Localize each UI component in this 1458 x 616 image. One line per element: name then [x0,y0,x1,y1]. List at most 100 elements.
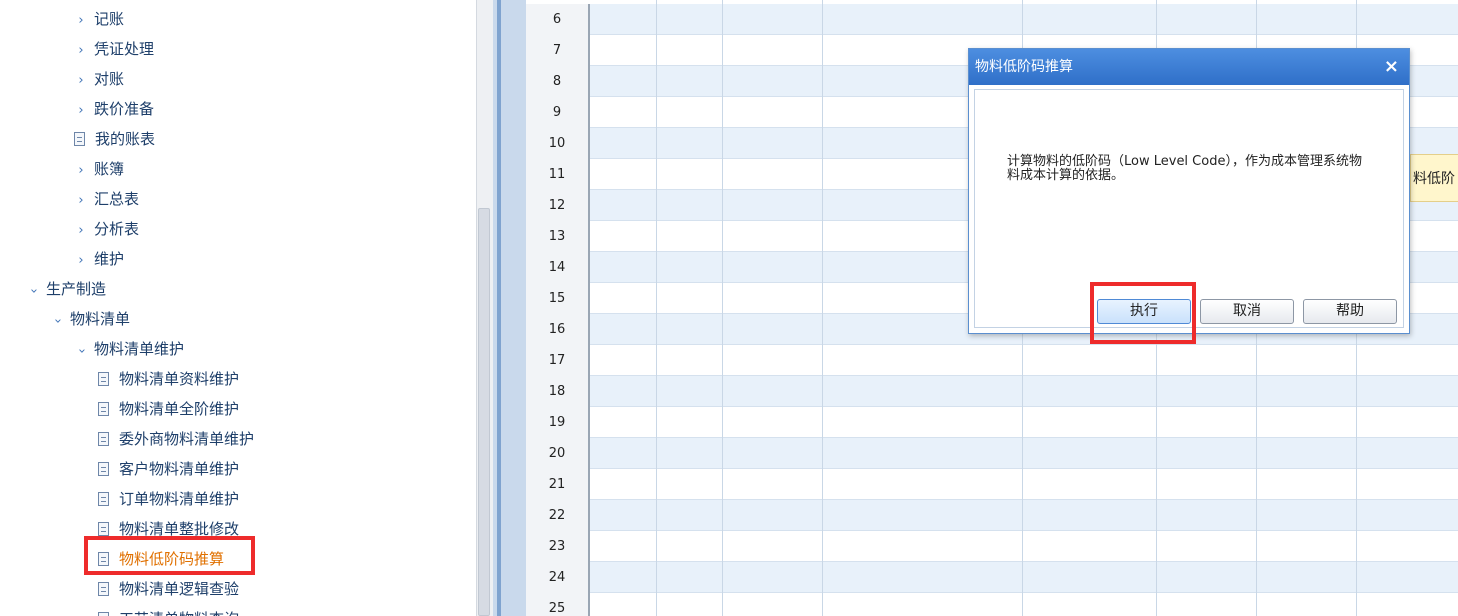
chevron-right-icon[interactable]: › [74,158,88,184]
close-icon[interactable]: × [1384,49,1399,85]
chevron-right-icon[interactable]: › [74,98,88,124]
tree-item-label: 凭证处理 [94,40,155,58]
tree-item[interactable]: 物料低阶码推算 [98,546,224,572]
cancel-button[interactable]: 取消 [1200,299,1294,324]
table-row[interactable]: 23 [526,531,1458,562]
tree-item[interactable]: › 跌价准备 [74,96,154,122]
column-divider [722,0,723,616]
tree-scrollbar-thumb[interactable] [478,208,490,616]
tree-item[interactable]: 客户物料清单维护 [98,456,239,482]
row-cells[interactable] [590,4,1458,34]
chevron-right-icon[interactable]: › [74,68,88,94]
tree-item-label: 分析表 [94,220,140,238]
row-cells[interactable] [590,345,1458,375]
execute-button[interactable]: 执行 [1097,299,1191,324]
document-icon [98,582,109,596]
tree-item-label: 订单物料清单维护 [119,490,240,508]
table-row[interactable]: 19 [526,407,1458,438]
row-number: 12 [526,190,590,221]
tree-item-label: 委外商物料清单维护 [119,430,255,448]
document-icon [98,552,109,566]
panel-splitter-line [497,0,501,616]
row-number: 13 [526,221,590,252]
tree-item-label: 维护 [94,250,125,268]
tree-item[interactable]: › 物料清单 [50,306,130,332]
tree-item[interactable]: › 分析表 [74,216,139,242]
tree-item-label: 物料清单维护 [94,340,185,358]
table-row[interactable]: 22 [526,500,1458,531]
tree-item-label: 物料清单整批修改 [119,520,240,538]
tree-item[interactable]: 工艺清单物料查询 [98,606,239,616]
document-icon [98,492,109,506]
tree-item[interactable]: 物料清单逻辑查验 [98,576,239,602]
table-row[interactable]: 18 [526,376,1458,407]
row-cells[interactable] [590,376,1458,406]
tree-item-label: 物料清单全阶维护 [119,400,240,418]
row-cells[interactable] [590,469,1458,499]
table-row[interactable]: 24 [526,562,1458,593]
row-number: 15 [526,283,590,314]
tree-item[interactable]: 我的账表 [74,126,155,152]
row-number: 8 [526,66,590,97]
row-cells[interactable] [590,593,1458,616]
chevron-down-icon[interactable]: › [20,284,46,298]
tree-item[interactable]: › 账簿 [74,156,124,182]
tree-item[interactable]: › 汇总表 [74,186,139,212]
row-number: 18 [526,376,590,407]
row-number: 14 [526,252,590,283]
row-number: 17 [526,345,590,376]
tree-item-label: 物料清单逻辑查验 [119,580,240,598]
tree-item[interactable]: 委外商物料清单维护 [98,426,254,452]
tree-item-label: 账簿 [94,160,125,178]
dialog-title: 物料低阶码推算 [975,59,1073,75]
chevron-right-icon[interactable]: › [74,188,88,214]
chevron-right-icon[interactable]: › [74,38,88,64]
tree-item-label: 工艺清单物料查询 [119,610,239,616]
row-number: 11 [526,159,590,190]
table-row[interactable]: 25 [526,593,1458,616]
row-number: 23 [526,531,590,562]
tree-item-label: 生产制造 [46,280,107,298]
help-button[interactable]: 帮助 [1303,299,1397,324]
tree-item[interactable]: › 维护 [74,246,124,272]
row-number: 7 [526,35,590,66]
chevron-down-icon[interactable]: › [44,314,70,328]
dialog-message: 计算物料的低阶码（Low Level Code），作为成本管理系统物料成本计算的… [1007,154,1362,183]
tree-item[interactable]: 物料清单资料维护 [98,366,239,392]
row-number: 22 [526,500,590,531]
tree-item[interactable]: › 凭证处理 [74,36,154,62]
tree-item[interactable]: 物料清单全阶维护 [98,396,239,422]
row-cells[interactable] [590,438,1458,468]
tree-item-label: 汇总表 [94,190,140,208]
tree-item[interactable]: › 记账 [74,6,124,32]
row-cells[interactable] [590,407,1458,437]
row-number: 24 [526,562,590,593]
table-row[interactable]: 6 [526,4,1458,35]
row-cells[interactable] [590,562,1458,592]
document-icon [98,372,109,386]
tree-item[interactable]: 订单物料清单维护 [98,486,239,512]
table-row[interactable]: 17 [526,345,1458,376]
chevron-right-icon[interactable]: › [74,248,88,274]
tree-item-label: 物料低阶码推算 [119,550,225,568]
dialog-title-bar[interactable]: 物料低阶码推算 × [969,49,1409,85]
chevron-right-icon[interactable]: › [74,8,88,34]
chevron-right-icon[interactable]: › [74,218,88,244]
row-cells[interactable] [590,531,1458,561]
row-cells[interactable] [590,500,1458,530]
row-number: 16 [526,314,590,345]
table-row[interactable]: 21 [526,469,1458,500]
document-icon [74,132,85,146]
column-divider [822,0,823,616]
tree-item[interactable]: › 物料清单维护 [74,336,184,362]
tree-item-label: 物料清单 [70,310,131,328]
tree-item[interactable]: › 对账 [74,66,124,92]
row-number: 6 [526,4,590,35]
table-row[interactable]: 20 [526,438,1458,469]
chevron-down-icon[interactable]: › [68,344,94,358]
tree-item-label: 跌价准备 [94,100,155,118]
row-number: 21 [526,469,590,500]
tree-item[interactable]: › 生产制造 [26,276,106,302]
tooltip-fragment: 料低阶 [1410,154,1458,202]
tree-item[interactable]: 物料清单整批修改 [98,516,239,542]
